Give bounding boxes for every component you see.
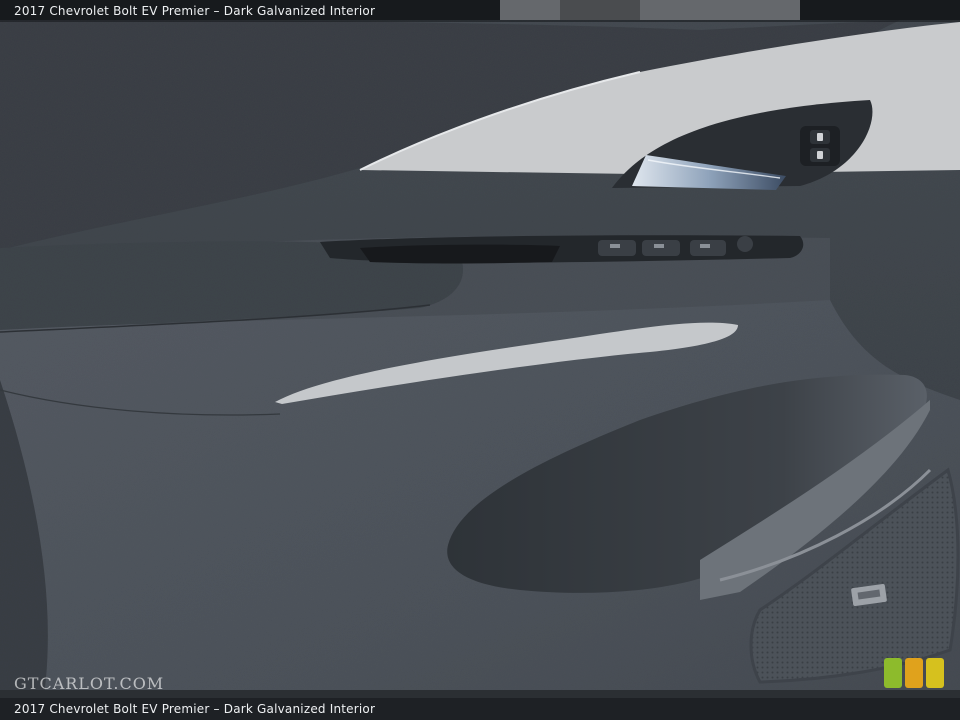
door-panel-photo — [0, 0, 960, 720]
badge-bar-green — [884, 658, 902, 688]
caption-top: 2017 Chevrolet Bolt EV Premier – Dark Ga… — [0, 0, 960, 22]
lock-switch-icon — [800, 126, 840, 166]
watermark-logo: GTCARLOT.COM — [14, 674, 165, 693]
photo-frame: 2017 Chevrolet Bolt EV Premier – Dark Ga… — [0, 0, 960, 720]
badge-bars-icon — [884, 658, 944, 688]
caption-bottom: 2017 Chevrolet Bolt EV Premier – Dark Ga… — [0, 698, 960, 720]
badge-bar-orange — [905, 658, 923, 688]
badge-bar-yellow — [926, 658, 944, 688]
